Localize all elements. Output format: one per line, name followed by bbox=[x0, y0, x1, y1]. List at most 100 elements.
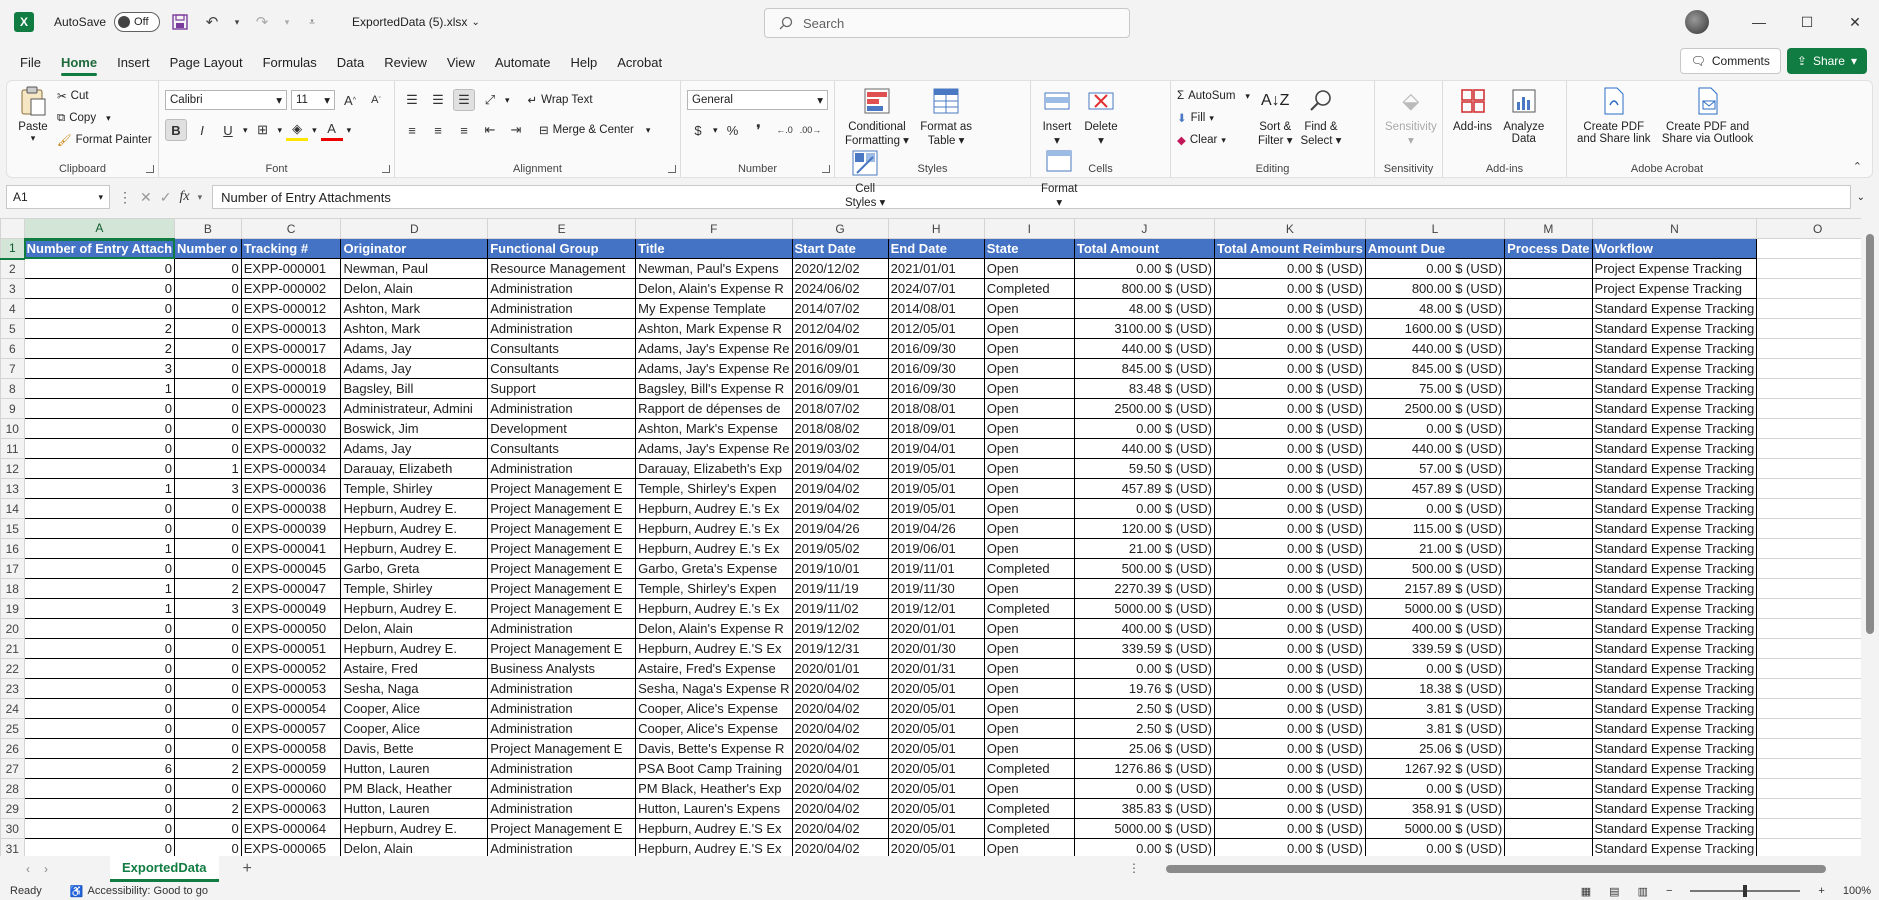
cell[interactable]: Standard Expense Tracking bbox=[1591, 758, 1758, 779]
column-header[interactable]: A bbox=[23, 218, 176, 240]
next-sheet-icon[interactable]: › bbox=[44, 862, 48, 876]
cell[interactable]: 0.00 $ (USD) bbox=[1213, 658, 1366, 679]
cell[interactable]: Business Analysts bbox=[487, 658, 637, 679]
cell[interactable]: 2019/06/01 bbox=[887, 538, 985, 559]
cell[interactable]: Administration bbox=[487, 618, 637, 639]
row-header[interactable]: 21 bbox=[0, 638, 25, 659]
cell[interactable]: 0.00 $ (USD) bbox=[1213, 598, 1366, 619]
format-painter-button[interactable]: 🖌 Format Painter bbox=[57, 129, 152, 151]
name-box[interactable]: A1 ▾ bbox=[6, 185, 110, 209]
decrease-decimal-icon[interactable]: .00→ bbox=[800, 119, 822, 141]
cell[interactable]: Project Management E bbox=[487, 498, 637, 519]
cell[interactable]: Project Management E bbox=[487, 538, 637, 559]
cell[interactable]: Adams, Jay bbox=[340, 438, 489, 459]
collapse-ribbon-icon[interactable]: ⌃ bbox=[1853, 160, 1862, 173]
cell[interactable]: 2020/04/02 bbox=[791, 718, 889, 739]
find-select-button[interactable]: Find & Select ▾ bbox=[1296, 85, 1345, 151]
cell[interactable]: Hepburn, Audrey E. bbox=[340, 518, 489, 539]
cell[interactable]: 2020/05/01 bbox=[887, 738, 985, 759]
tab-home[interactable]: Home bbox=[51, 44, 107, 80]
cell[interactable]: Resource Management bbox=[487, 258, 637, 279]
row-header[interactable]: 7 bbox=[0, 358, 25, 379]
cell[interactable]: EXPS-000051 bbox=[240, 638, 342, 659]
cell[interactable]: Standard Expense Tracking bbox=[1591, 598, 1758, 619]
cell[interactable]: 2019/11/30 bbox=[887, 578, 985, 599]
cell[interactable]: 2020/05/01 bbox=[887, 718, 985, 739]
currency-icon[interactable]: $ bbox=[687, 119, 709, 141]
cell[interactable]: 0 bbox=[23, 278, 176, 299]
cell[interactable]: 2020/04/02 bbox=[791, 778, 889, 799]
column-header[interactable]: B bbox=[174, 218, 242, 239]
cell[interactable]: Temple, Shirley's Expen bbox=[635, 478, 793, 499]
cell[interactable]: Hepburn, Audrey E.'S Ex bbox=[635, 818, 793, 839]
column-title-cell[interactable]: Functional Group bbox=[487, 238, 637, 259]
cell[interactable]: 2019/12/02 bbox=[791, 618, 889, 639]
cell[interactable]: 2270.39 $ (USD) bbox=[1073, 578, 1215, 599]
cell[interactable]: EXPS-000034 bbox=[240, 458, 342, 479]
cell[interactable]: 5000.00 $ (USD) bbox=[1364, 818, 1506, 839]
cell[interactable]: EXPS-000017 bbox=[240, 338, 342, 359]
cut-button[interactable]: ✂ Cut bbox=[57, 85, 152, 107]
cell[interactable]: Administration bbox=[487, 698, 637, 719]
cell[interactable]: 2012/05/01 bbox=[887, 318, 985, 339]
cell[interactable]: 2019/04/02 bbox=[791, 458, 889, 479]
cell[interactable]: 0 bbox=[23, 818, 176, 839]
cell[interactable]: Garbo, Greta bbox=[340, 558, 489, 579]
cell[interactable]: EXPS-000058 bbox=[240, 738, 342, 759]
cell[interactable]: 2016/09/30 bbox=[887, 358, 985, 379]
cancel-icon[interactable]: ✕ bbox=[140, 189, 152, 206]
cell[interactable]: 0 bbox=[23, 398, 176, 419]
cell[interactable]: 0 bbox=[174, 718, 242, 739]
page-layout-view-icon[interactable]: ▤ bbox=[1609, 885, 1619, 898]
cell[interactable]: Standard Expense Tracking bbox=[1591, 418, 1758, 439]
cell[interactable]: 0 bbox=[23, 718, 176, 739]
cell[interactable]: 0.00 $ (USD) bbox=[1213, 498, 1366, 519]
cell[interactable]: Temple, Shirley bbox=[340, 478, 489, 499]
tab-insert[interactable]: Insert bbox=[107, 44, 160, 80]
cell[interactable]: 800.00 $ (USD) bbox=[1073, 278, 1215, 299]
cell[interactable]: Consultants bbox=[487, 438, 637, 459]
cell[interactable]: Hepburn, Audrey E. bbox=[340, 498, 489, 519]
cell[interactable]: 457.89 $ (USD) bbox=[1073, 478, 1215, 499]
cell[interactable]: 2012/04/02 bbox=[791, 318, 889, 339]
cell[interactable]: 2019/05/01 bbox=[887, 458, 985, 479]
decrease-font-icon[interactable]: Aˇ bbox=[365, 89, 387, 111]
cell[interactable]: 400.00 $ (USD) bbox=[1073, 618, 1215, 639]
row-header[interactable]: 22 bbox=[0, 658, 25, 679]
cell[interactable]: Open bbox=[983, 498, 1075, 519]
cell[interactable]: 2018/09/01 bbox=[887, 418, 985, 439]
cell[interactable]: Project Management E bbox=[487, 478, 637, 499]
percent-icon[interactable]: % bbox=[722, 119, 744, 141]
column-title-cell[interactable]: Total Amount bbox=[1073, 238, 1215, 259]
cell[interactable]: 3 bbox=[174, 598, 242, 619]
cell[interactable]: 21.00 $ (USD) bbox=[1073, 538, 1215, 559]
cell[interactable]: Sesha, Naga's Expense R bbox=[635, 678, 793, 699]
cell[interactable]: Ashton, Mark bbox=[340, 298, 489, 319]
cell[interactable]: 400.00 $ (USD) bbox=[1364, 618, 1506, 639]
cell[interactable]: 0.00 $ (USD) bbox=[1213, 478, 1366, 499]
cell[interactable]: 2021/01/01 bbox=[887, 258, 985, 279]
cell[interactable] bbox=[1504, 818, 1593, 839]
page-break-view-icon[interactable]: ▥ bbox=[1638, 885, 1648, 898]
cell[interactable]: Project Management E bbox=[487, 558, 637, 579]
cell[interactable]: Adams, Jay's Expense Re bbox=[635, 438, 793, 459]
cell[interactable]: Boswick, Jim bbox=[340, 418, 489, 439]
cell[interactable]: 0 bbox=[174, 698, 242, 719]
cell[interactable] bbox=[1504, 298, 1593, 319]
cell[interactable]: Rapport de dépenses de bbox=[635, 398, 793, 419]
cell[interactable]: 2019/11/02 bbox=[791, 598, 889, 619]
formula-input[interactable]: Number of Entry Attachments bbox=[212, 185, 1851, 209]
cell[interactable]: Standard Expense Tracking bbox=[1591, 358, 1758, 379]
cell[interactable]: My Expense Template bbox=[635, 298, 793, 319]
cell[interactable]: 0.00 $ (USD) bbox=[1213, 738, 1366, 759]
cell[interactable]: 2020/04/02 bbox=[791, 678, 889, 699]
cell[interactable]: Open bbox=[983, 318, 1075, 339]
cell[interactable]: Hutton, Lauren bbox=[340, 758, 489, 779]
cell[interactable]: 2020/04/02 bbox=[791, 698, 889, 719]
cell[interactable]: 0 bbox=[174, 538, 242, 559]
cell[interactable]: 0 bbox=[174, 498, 242, 519]
cell[interactable]: Standard Expense Tracking bbox=[1591, 638, 1758, 659]
cell[interactable]: Standard Expense Tracking bbox=[1591, 318, 1758, 339]
cell[interactable] bbox=[1504, 278, 1593, 299]
row-header[interactable]: 15 bbox=[0, 518, 25, 539]
